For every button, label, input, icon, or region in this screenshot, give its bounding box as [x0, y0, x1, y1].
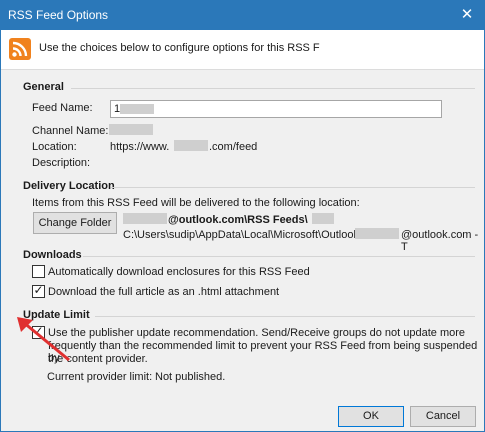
rss-feed-icon: [9, 38, 31, 60]
general-heading: General: [23, 81, 64, 93]
delivery-divider: [111, 187, 475, 188]
location-suffix: .com/feed: [209, 141, 258, 153]
feed-name-label: Feed Name:: [32, 102, 93, 114]
description-label: Description:: [32, 157, 91, 169]
update-limit-text-line1: Use the publisher update recommendation.…: [48, 327, 466, 339]
pst-path-suffix: @outlook.com - T: [401, 229, 479, 253]
pst-path-prefix: C:\Users\sudip\AppData\Local\Microsoft\O…: [123, 229, 363, 241]
general-divider: [71, 88, 475, 89]
feed-name-input[interactable]: 1: [110, 100, 442, 118]
delivery-intro: Items from this RSS Feed will be deliver…: [32, 197, 360, 209]
red-arrow-icon: [17, 317, 70, 362]
update-limit-divider: [95, 316, 475, 317]
dialog-header: Use the choices below to configure optio…: [1, 30, 484, 70]
location-prefix: https://www.: [110, 141, 170, 153]
current-limit-label: Current provider limit:: [47, 371, 153, 383]
full-article-label: Download the full article as an .html at…: [48, 286, 280, 298]
redacted-channel-name: [109, 124, 153, 135]
channel-name-label: Channel Name:: [32, 125, 109, 137]
redacted-feed-name: [120, 104, 154, 114]
downloads-heading: Downloads: [23, 249, 82, 261]
location-label: Location:: [32, 141, 77, 153]
redacted-pst-name: [355, 228, 399, 239]
folder-path: @outlook.com\RSS Feeds\: [168, 214, 308, 226]
ok-button[interactable]: OK: [338, 406, 404, 427]
redacted-location: [174, 140, 208, 151]
redacted-account: [123, 213, 167, 224]
close-icon[interactable]: ✕: [455, 3, 479, 27]
cancel-button[interactable]: Cancel: [410, 406, 476, 427]
header-description: Use the choices below to configure optio…: [39, 42, 320, 54]
full-article-checkbox[interactable]: ✓: [32, 283, 45, 298]
change-folder-button[interactable]: Change Folder: [33, 212, 117, 234]
window-title: RSS Feed Options: [8, 8, 109, 22]
title-bar: RSS Feed Options ✕: [0, 0, 485, 30]
delivery-heading: Delivery Location: [23, 180, 115, 192]
enclosures-checkbox[interactable]: [32, 265, 45, 278]
downloads-divider: [83, 256, 475, 257]
current-limit-value: Not published.: [155, 371, 226, 383]
redacted-folder: [312, 213, 334, 224]
checkmark-icon: ✓: [33, 283, 44, 297]
enclosures-label: Automatically download enclosures for th…: [48, 266, 310, 278]
dialog-body: Use the choices below to configure optio…: [1, 30, 484, 431]
